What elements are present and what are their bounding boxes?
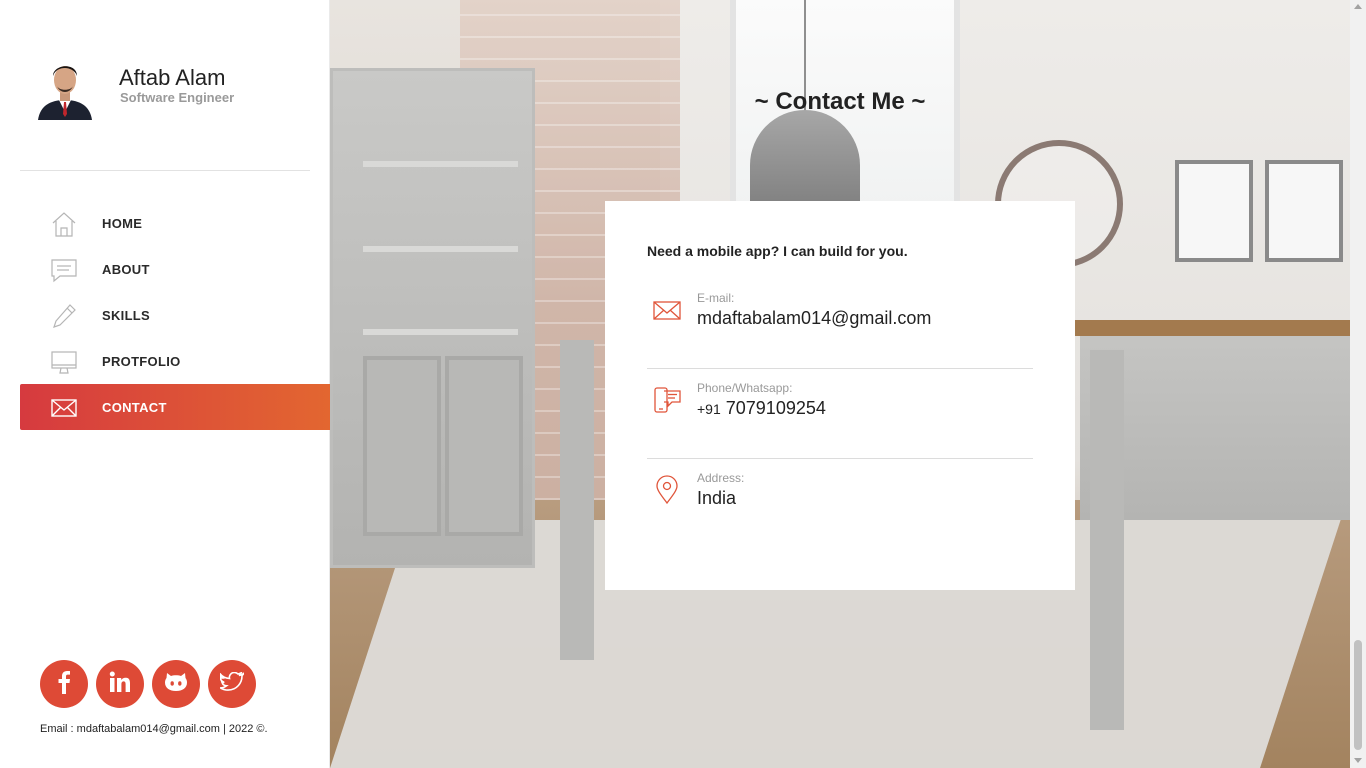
nav-item-about[interactable]: ABOUT [20,246,335,292]
monitor-icon [50,348,78,374]
profile: Aftab Alam Software Engineer [36,56,316,122]
avatar [36,56,94,120]
facebook-link[interactable] [40,660,88,708]
background-cabinet [330,68,535,568]
nav-label-portfolio: PROTFOLIO [102,353,181,369]
address-value: India [697,488,737,508]
address-label: Address: [697,471,745,485]
contact-intro: Need a mobile app? I can build for you. [647,243,908,259]
background-lamp [750,110,860,210]
email-value[interactable]: mdaftabalam014@gmail.com [697,308,931,329]
contact-card: Need a mobile app? I can build for you. … [605,201,1075,590]
pencil-icon [50,302,78,328]
background-sideboard-top [1070,320,1350,336]
background-chair [1090,350,1124,730]
nav-label-skills: SKILLS [102,307,151,323]
profile-role: Software Engineer [120,90,235,105]
scroll-down-icon[interactable] [1354,758,1362,763]
scrollbar-thumb[interactable] [1354,640,1362,750]
location-pin-icon [652,475,682,505]
page-scrollbar[interactable] [1350,0,1366,768]
background-frame-left [1175,160,1253,262]
phone-chat-icon [652,385,682,415]
contact-address: Address: India [647,459,1033,549]
linkedin-link[interactable] [96,660,144,708]
nav-label-contact: CONTACT [102,399,167,415]
phone-prefix: +91 [697,401,721,417]
main-nav: HOME ABOUT SKILLS PROTFOLIO CONTACT [20,200,335,430]
nav-item-home[interactable]: HOME [20,200,335,246]
sidebar-divider [20,170,310,171]
home-icon [50,210,78,237]
twitter-icon [217,670,247,697]
phone-number: 7079109254 [725,398,826,418]
contact-title: ~ Contact Me ~ [754,88,926,115]
phone-label: Phone/Whatsapp: [697,381,793,395]
nav-item-portfolio[interactable]: PROTFOLIO [20,338,335,384]
email-label: E-mail: [697,291,735,305]
background-frame-right [1265,160,1343,262]
twitter-link[interactable] [208,660,256,708]
footer-text: Email : mdaftabalam014@gmail.com | 2022 … [40,723,268,735]
social-links [40,660,256,708]
profile-name: Aftab Alam [119,65,226,90]
nav-label-about: ABOUT [102,261,150,277]
facebook-icon [54,670,74,699]
nav-item-contact[interactable]: CONTACT [20,384,335,430]
envelope-icon [652,295,682,325]
nav-label-home: HOME [102,215,143,231]
background-chair [560,340,594,660]
sidebar: Aftab Alam Software Engineer HOME ABOUT [0,0,335,768]
phone-value[interactable]: +91 7079109254 [697,398,826,419]
contact-email: E-mail: mdaftabalam014@gmail.com [647,279,1033,369]
scroll-up-icon[interactable] [1354,4,1362,9]
github-link[interactable] [152,660,200,708]
linkedin-icon [109,671,131,698]
envelope-icon [50,394,78,420]
github-icon [164,671,188,698]
contact-phone: Phone/Whatsapp: +91 7079109254 [647,369,1033,459]
nav-item-skills[interactable]: SKILLS [20,292,335,338]
chat-icon [50,256,78,283]
